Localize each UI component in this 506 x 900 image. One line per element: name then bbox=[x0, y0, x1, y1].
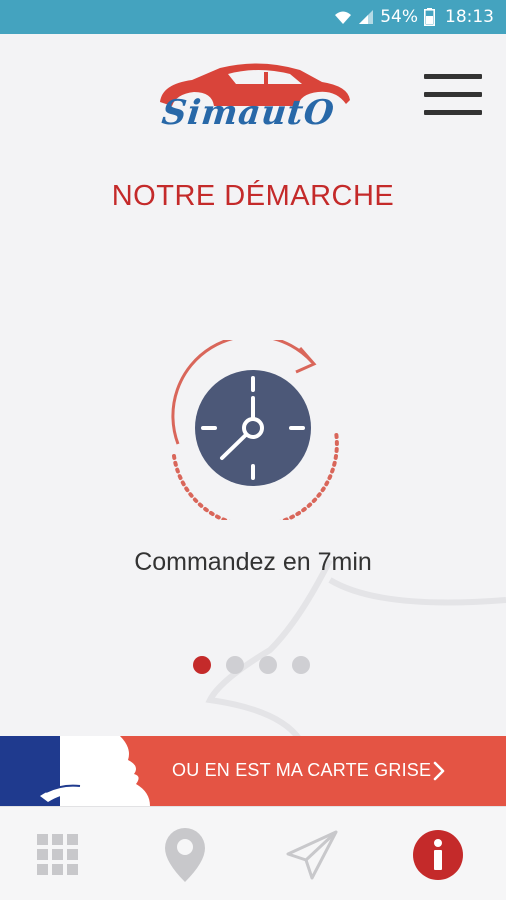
battery-percent: 54% bbox=[380, 7, 418, 27]
page-title: NOTRE DÉMARCHE bbox=[111, 180, 395, 212]
nav-info-button[interactable] bbox=[408, 825, 468, 885]
chevron-right-icon bbox=[433, 761, 445, 781]
bottom-navigation bbox=[0, 806, 506, 900]
nav-location-button[interactable] bbox=[155, 825, 215, 885]
slide-caption: Commandez en 7min bbox=[134, 548, 372, 576]
info-icon bbox=[413, 830, 463, 880]
clock-icon bbox=[171, 340, 339, 520]
nav-grid-button[interactable] bbox=[28, 825, 88, 885]
logo-text: SimautO bbox=[159, 93, 337, 133]
app-logo[interactable]: SimautO bbox=[150, 60, 360, 136]
carousel-dot-3[interactable] bbox=[259, 656, 277, 674]
app-header: SimautO bbox=[0, 34, 506, 154]
carousel-dot-2[interactable] bbox=[226, 656, 244, 674]
grid-icon bbox=[37, 834, 78, 875]
battery-icon bbox=[424, 8, 435, 26]
status-bar: 54% 18:13 bbox=[0, 0, 506, 34]
carte-grise-status-button[interactable]: OU EN EST MA CARTE GRISE bbox=[0, 736, 506, 806]
hamburger-menu-icon[interactable] bbox=[418, 72, 484, 120]
carousel-dot-1[interactable] bbox=[193, 656, 211, 674]
carousel-dot-4[interactable] bbox=[292, 656, 310, 674]
banner-label: OU EN EST MA CARTE GRISE bbox=[172, 760, 432, 780]
send-icon bbox=[286, 830, 338, 880]
wifi-icon bbox=[334, 9, 352, 25]
location-pin-icon bbox=[165, 828, 205, 882]
carousel-pagination bbox=[193, 656, 310, 674]
nav-send-button[interactable] bbox=[282, 825, 342, 885]
marianne-flag-icon bbox=[0, 736, 150, 806]
status-time: 18:13 bbox=[445, 7, 494, 27]
signal-icon bbox=[358, 9, 374, 25]
